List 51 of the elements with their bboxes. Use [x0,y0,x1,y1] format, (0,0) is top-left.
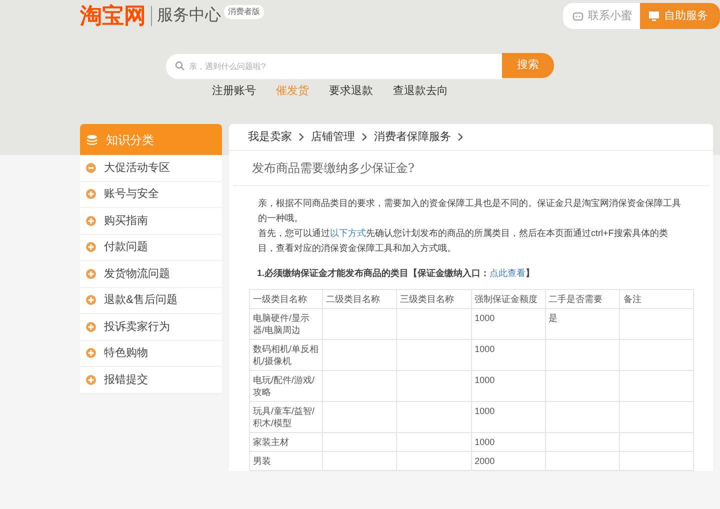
sidebar-item[interactable]: 发货物流问题 [80,261,222,288]
breadcrumb-link[interactable]: 我是卖家 [248,128,292,146]
article-title: 发布商品需要缴纳多少保证金? [233,151,709,186]
version-badge: 消费者版 [224,5,264,19]
quick-link[interactable]: 要求退款 [329,83,373,100]
table-cell: 是 [545,308,620,340]
table-cell: 1000 [471,370,546,402]
sidebar-item[interactable]: 付款问题 [80,234,222,261]
table-cell: 2000 [471,452,546,470]
table-cell: 电脑硬件/显示器/电脑周边 [250,308,322,340]
search-icon [175,61,185,71]
table-cell: 数码相机/单反相机/摄像机 [250,340,322,370]
chevron-right-icon [299,133,304,141]
column-header: 三级类目名称 [396,290,472,308]
column-header: 二级类目名称 [322,290,396,308]
column-header: 二手是否需要 [545,290,620,308]
breadcrumb-link[interactable]: 店铺管理 [311,128,355,146]
sidebar-item[interactable]: 退款&售后问题 [80,288,222,314]
sidebar-header: 知识分类 [80,124,222,155]
search-field[interactable]: 亲，遇到什么问题啦? [166,54,502,79]
instruction-paragraph: 首先，您可以通过以下方式先确认您计划发布的商品的所属类目，然后在本页面通过ctrl+F搜索具体的类目，查看对应的消保资金保障工具和加入方式哦。 [258,227,669,255]
stack-icon [86,134,98,146]
site-name: 服务中心 [157,6,221,26]
table-cell: 1000 [471,402,546,432]
column-header: 备注 [620,290,694,308]
table-cell: 玩具/童车/益智/积木/模型 [250,402,322,432]
quick-link[interactable]: 查退款去向 [393,83,448,100]
table-cell: 电玩/配件/游戏/攻略 [250,370,322,402]
table-cell: 1000 [471,340,546,370]
table-cell: 1000 [471,432,546,452]
sidebar-item[interactable]: 账号与安全 [80,182,222,208]
sidebar-item[interactable]: 特色购物 [80,340,222,367]
inline-link[interactable]: 以下方式 [330,228,366,238]
chevron-right-icon [362,133,367,141]
monitor-icon [648,10,660,22]
quick-link[interactable]: 注册账号 [212,83,256,100]
sidebar-item[interactable]: 报错提交 [80,367,222,394]
sidebar-item[interactable]: 大促活动专区 [80,155,222,182]
robot-icon [572,10,584,22]
column-header: 强制保证金额度 [471,290,546,308]
column-header: 一级类目名称 [250,290,322,308]
inline-link[interactable]: 点此查看 [490,268,526,278]
sidebar-item[interactable]: 投诉卖家行为 [80,314,222,340]
chevron-right-icon [458,133,463,141]
table-cell: 1000 [471,308,546,340]
section-heading: 1.必须缴纳保证金才能发布商品的类目【保证金缴纳入口：点此查看】 [257,267,536,280]
breadcrumb-link[interactable]: 消费者保障服务 [374,128,451,146]
intro-paragraph: 亲，根据不同商品类目的要求，需要加入的资金保障工具也是不同的。保证金只是淘宝网消保资金保障工具的一种哦。 [258,197,682,225]
sidebar-item[interactable]: 购买指南 [80,208,222,234]
table-cell: 家装主材 [250,432,322,452]
table-cell: 男装 [250,452,322,470]
